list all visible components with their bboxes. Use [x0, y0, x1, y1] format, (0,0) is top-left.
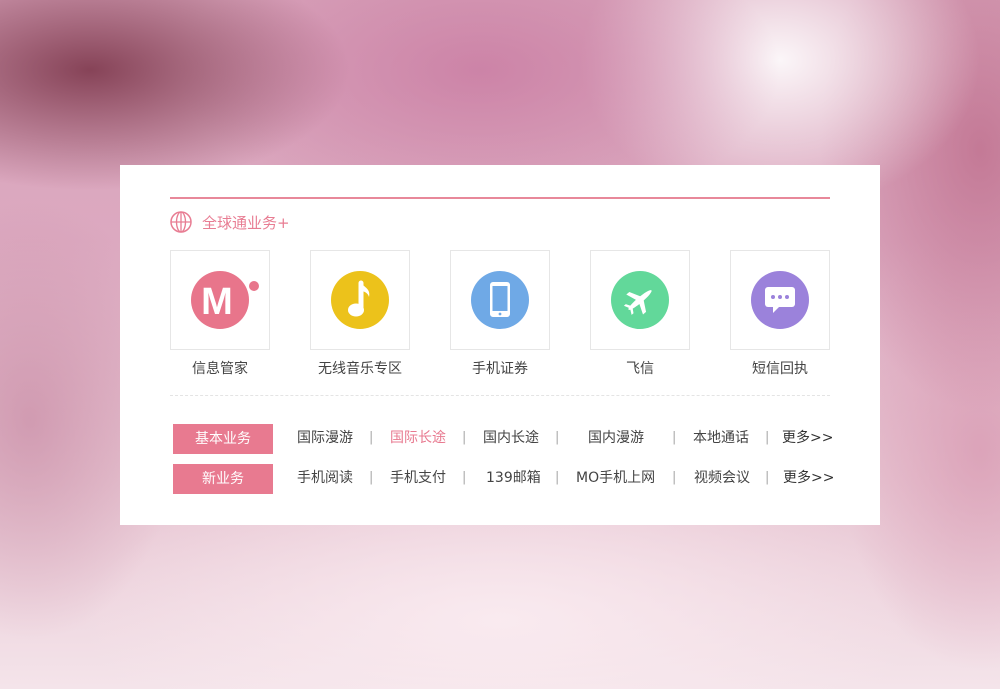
airplane-icon: [611, 271, 669, 329]
dashed-divider: [170, 395, 830, 396]
separator: |: [765, 430, 770, 445]
top-divider: [170, 197, 830, 199]
feature-info-manager[interactable]: M 信息管家: [170, 250, 270, 378]
more-link[interactable]: 更多>>: [782, 424, 833, 454]
feature-label: 手机证券: [472, 361, 528, 377]
section-header: 全球通业务+: [170, 210, 290, 234]
feature-box[interactable]: [590, 250, 690, 350]
separator: |: [369, 430, 374, 445]
service-tag-new[interactable]: 新业务: [173, 464, 273, 494]
feature-label: 飞信: [626, 361, 654, 377]
feature-box[interactable]: [450, 250, 550, 350]
separator: |: [672, 430, 677, 445]
feature-box[interactable]: [730, 250, 830, 350]
service-tag-basic[interactable]: 基本业务: [173, 424, 273, 454]
separator: |: [462, 430, 467, 445]
service-row-basic: 基本业务 国际漫游 | 国际长途 | 国内长途 | 国内漫游 | 本地通话 | …: [173, 424, 833, 454]
feature-wireless-music[interactable]: 无线音乐专区: [310, 250, 410, 378]
service-link[interactable]: 视频会议: [694, 464, 750, 494]
feature-box[interactable]: M: [170, 250, 270, 350]
separator: |: [555, 470, 560, 485]
service-link[interactable]: 国内长途: [483, 424, 539, 454]
separator: |: [462, 470, 467, 485]
globe-icon: [170, 211, 192, 233]
separator: |: [672, 470, 677, 485]
feature-mobile-securities[interactable]: 手机证券: [450, 250, 550, 378]
separator: |: [555, 430, 560, 445]
service-link-active[interactable]: 国际长途: [390, 424, 446, 454]
service-link[interactable]: 手机阅读: [297, 464, 353, 494]
separator: |: [369, 470, 374, 485]
section-title: 全球通业务+: [202, 213, 290, 232]
feature-box[interactable]: [310, 250, 410, 350]
feature-label: 信息管家: [192, 361, 248, 377]
service-link[interactable]: 手机支付: [390, 464, 446, 494]
service-link[interactable]: 国内漫游: [588, 424, 644, 454]
chat-bubble-icon: [751, 271, 809, 329]
feature-fetion[interactable]: 飞信: [590, 250, 690, 378]
feature-label: 无线音乐专区: [318, 361, 402, 377]
music-note-icon: [331, 271, 389, 329]
feature-sms-receipt[interactable]: 短信回执: [730, 250, 830, 378]
more-link[interactable]: 更多>>: [783, 464, 834, 494]
separator: |: [765, 470, 770, 485]
service-link[interactable]: 139邮箱: [486, 464, 541, 494]
business-panel: 全球通业务+ M 信息管家 无线音乐专区 手机证券 飞信 短信回执 基本业务 国…: [120, 165, 880, 525]
feature-icons: M 信息管家 无线音乐专区 手机证券 飞信 短信回执: [170, 250, 830, 380]
service-row-new: 新业务 手机阅读 | 手机支付 | 139邮箱 | MO手机上网 | 视频会议 …: [173, 464, 834, 494]
phone-icon: [471, 271, 529, 329]
feature-label: 短信回执: [752, 361, 808, 377]
m-logo-icon: M: [191, 271, 259, 329]
service-link[interactable]: 本地通话: [693, 424, 749, 454]
service-link[interactable]: MO手机上网: [576, 464, 655, 494]
service-link[interactable]: 国际漫游: [297, 424, 353, 454]
